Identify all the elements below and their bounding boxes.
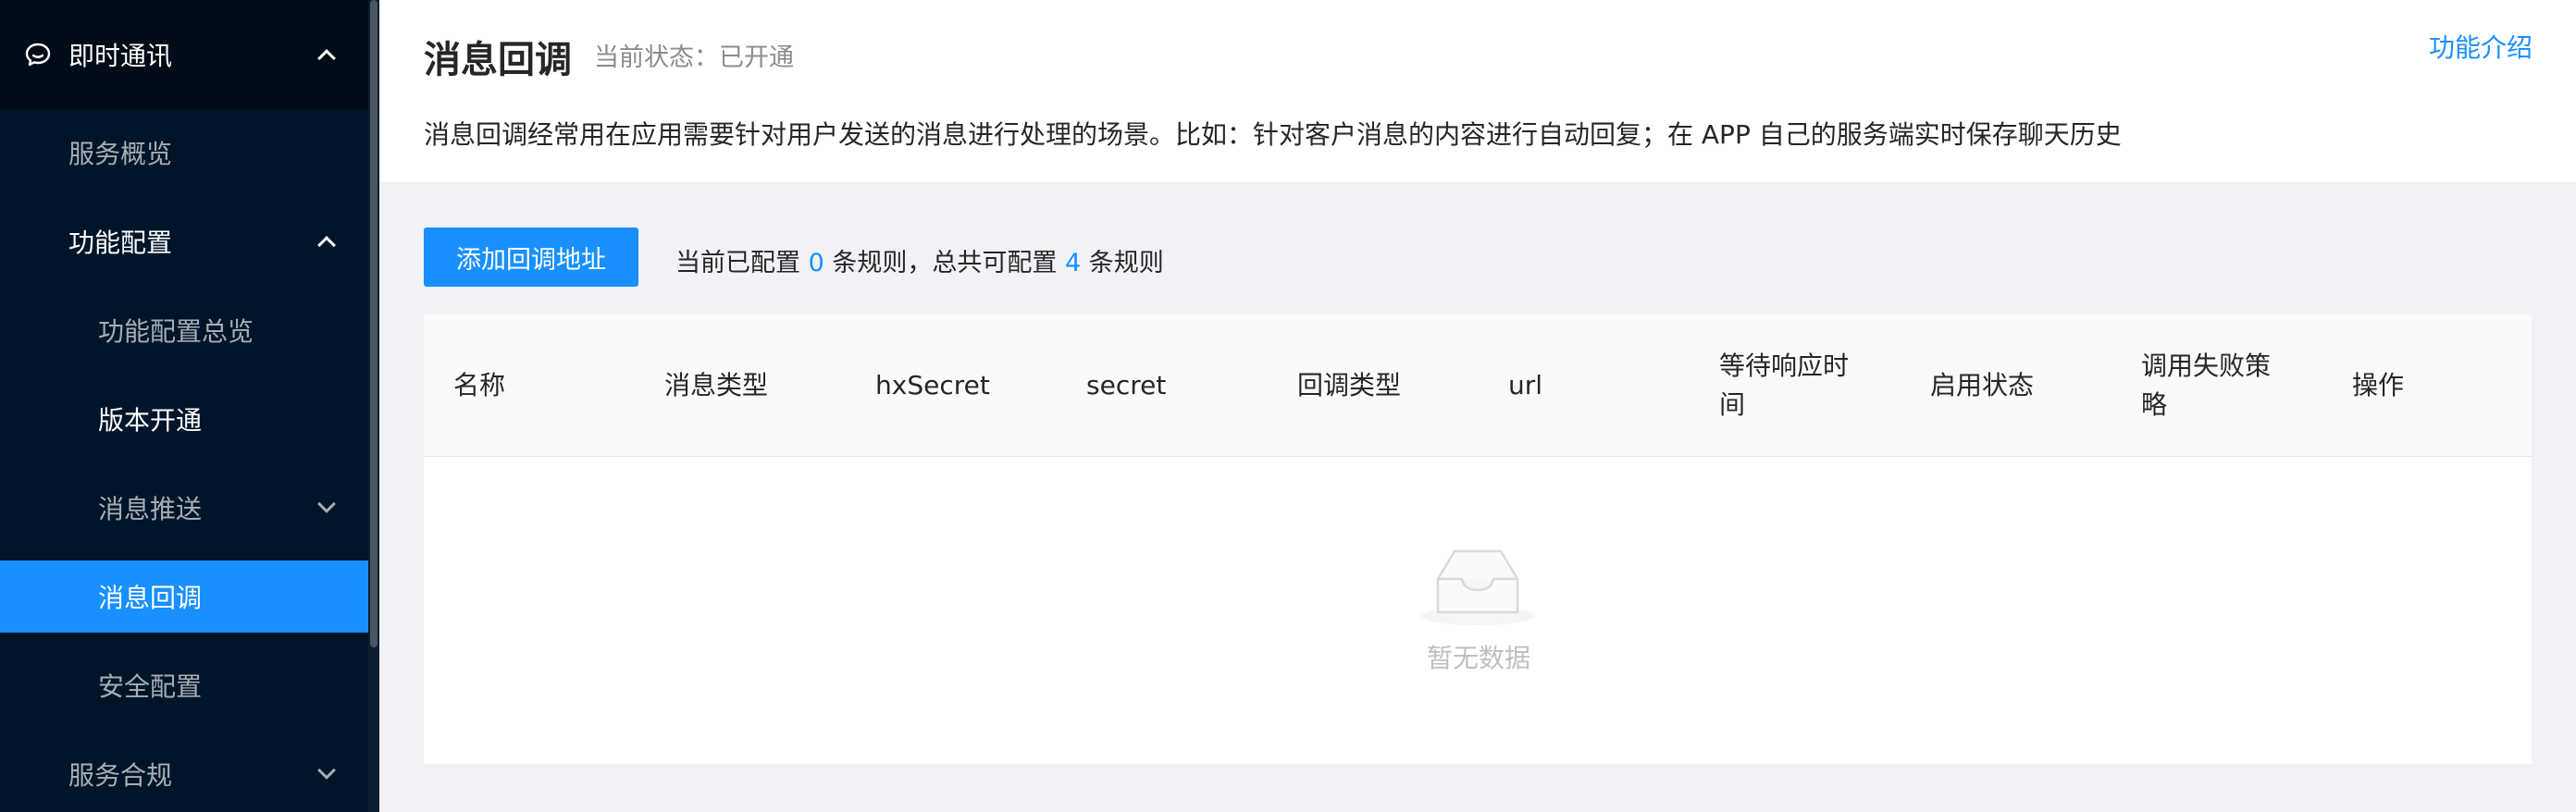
column-header-actions: 操作 xyxy=(2352,370,2405,400)
column-header-hxsecret: hxSecret xyxy=(875,370,990,400)
sidebar-item-label: 服务概览 xyxy=(68,139,173,169)
sidebar-item-feature-config[interactable]: 功能配置 xyxy=(0,205,368,277)
rule-current-count: 0 xyxy=(808,249,824,277)
sidebar-item-security[interactable]: 安全配置 xyxy=(0,649,368,721)
sidebar: 即时通讯 服务概览 功能配置 功能配置总览 版本开通 消息推送 消息回调 安全配… xyxy=(0,0,379,812)
column-header-wait-time: 等待响应时间 xyxy=(1719,351,1850,420)
column-header-name: 名称 xyxy=(453,370,506,400)
column-header-failure-strategy: 调用失败策略 xyxy=(2141,351,2272,420)
rule-suffix: 条规则 xyxy=(1088,249,1164,277)
table-header: 名称 消息类型 hxSecret secret 回调类型 url 等待响应时间 … xyxy=(424,314,2532,457)
add-callback-url-button[interactable]: 添加回调地址 xyxy=(424,228,638,287)
sidebar-item-im[interactable]: 即时通讯 xyxy=(0,0,368,109)
rule-prefix: 当前已配置 xyxy=(675,249,800,277)
chevron-up-icon xyxy=(317,49,336,68)
sidebar-item-feature-overview[interactable]: 功能配置总览 xyxy=(0,294,368,366)
empty-inbox-icon xyxy=(1418,544,1538,631)
chevron-up-icon xyxy=(317,236,336,254)
rule-count-info: 当前已配置 0 条规则，总共可配置 4 条规则 xyxy=(675,242,1164,278)
status-label: 当前状态： xyxy=(594,43,719,72)
rule-total-count: 4 xyxy=(1064,249,1082,277)
sidebar-scrollbar-thumb[interactable] xyxy=(370,0,378,647)
rule-middle: 条规则，总共可配置 xyxy=(832,249,1058,277)
sidebar-item-compliance[interactable]: 服务合规 xyxy=(0,738,368,810)
sidebar-item-overview[interactable]: 服务概览 xyxy=(0,117,368,189)
column-header-enabled-status: 启用状态 xyxy=(1930,370,2035,400)
sidebar-item-callback[interactable]: 消息回调 xyxy=(0,560,368,633)
sidebar-item-label: 功能配置 xyxy=(68,228,173,258)
column-header-callback-type: 回调类型 xyxy=(1297,370,1402,400)
sidebar-item-push[interactable]: 消息推送 xyxy=(0,472,368,544)
chevron-down-icon xyxy=(317,761,336,780)
chat-icon xyxy=(24,41,52,72)
service-status: 当前状态：已开通 xyxy=(594,37,794,73)
callback-table: 名称 消息类型 hxSecret secret 回调类型 url 等待响应时间 … xyxy=(424,314,2532,764)
page-header: 消息回调 当前状态：已开通 功能介绍 消息回调经常用在应用需要针对用户发送的消息… xyxy=(379,0,2576,182)
feature-intro-link[interactable]: 功能介绍 xyxy=(2429,28,2533,65)
sidebar-item-version[interactable]: 版本开通 xyxy=(0,383,368,455)
column-header-secret: secret xyxy=(1086,370,1167,400)
chevron-down-icon xyxy=(317,495,336,513)
empty-state-text: 暂无数据 xyxy=(1427,643,1531,673)
page-title: 消息回调 xyxy=(424,39,572,81)
sidebar-item-label: 消息回调 xyxy=(98,583,203,613)
page-description: 消息回调经常用在应用需要针对用户发送的消息进行处理的场景。比如：针对客户消息的内… xyxy=(424,119,2122,150)
sidebar-item-label: 安全配置 xyxy=(98,671,203,702)
sidebar-item-label: 服务合规 xyxy=(68,760,173,791)
sidebar-item-label: 消息推送 xyxy=(98,494,203,524)
status-value: 已开通 xyxy=(719,43,794,72)
sidebar-item-label: 功能配置总览 xyxy=(98,316,254,347)
column-header-message-type: 消息类型 xyxy=(664,370,769,400)
sidebar-item-label: 即时通讯 xyxy=(68,41,173,71)
column-header-url: url xyxy=(1508,370,1543,400)
sidebar-item-label: 版本开通 xyxy=(98,405,203,436)
